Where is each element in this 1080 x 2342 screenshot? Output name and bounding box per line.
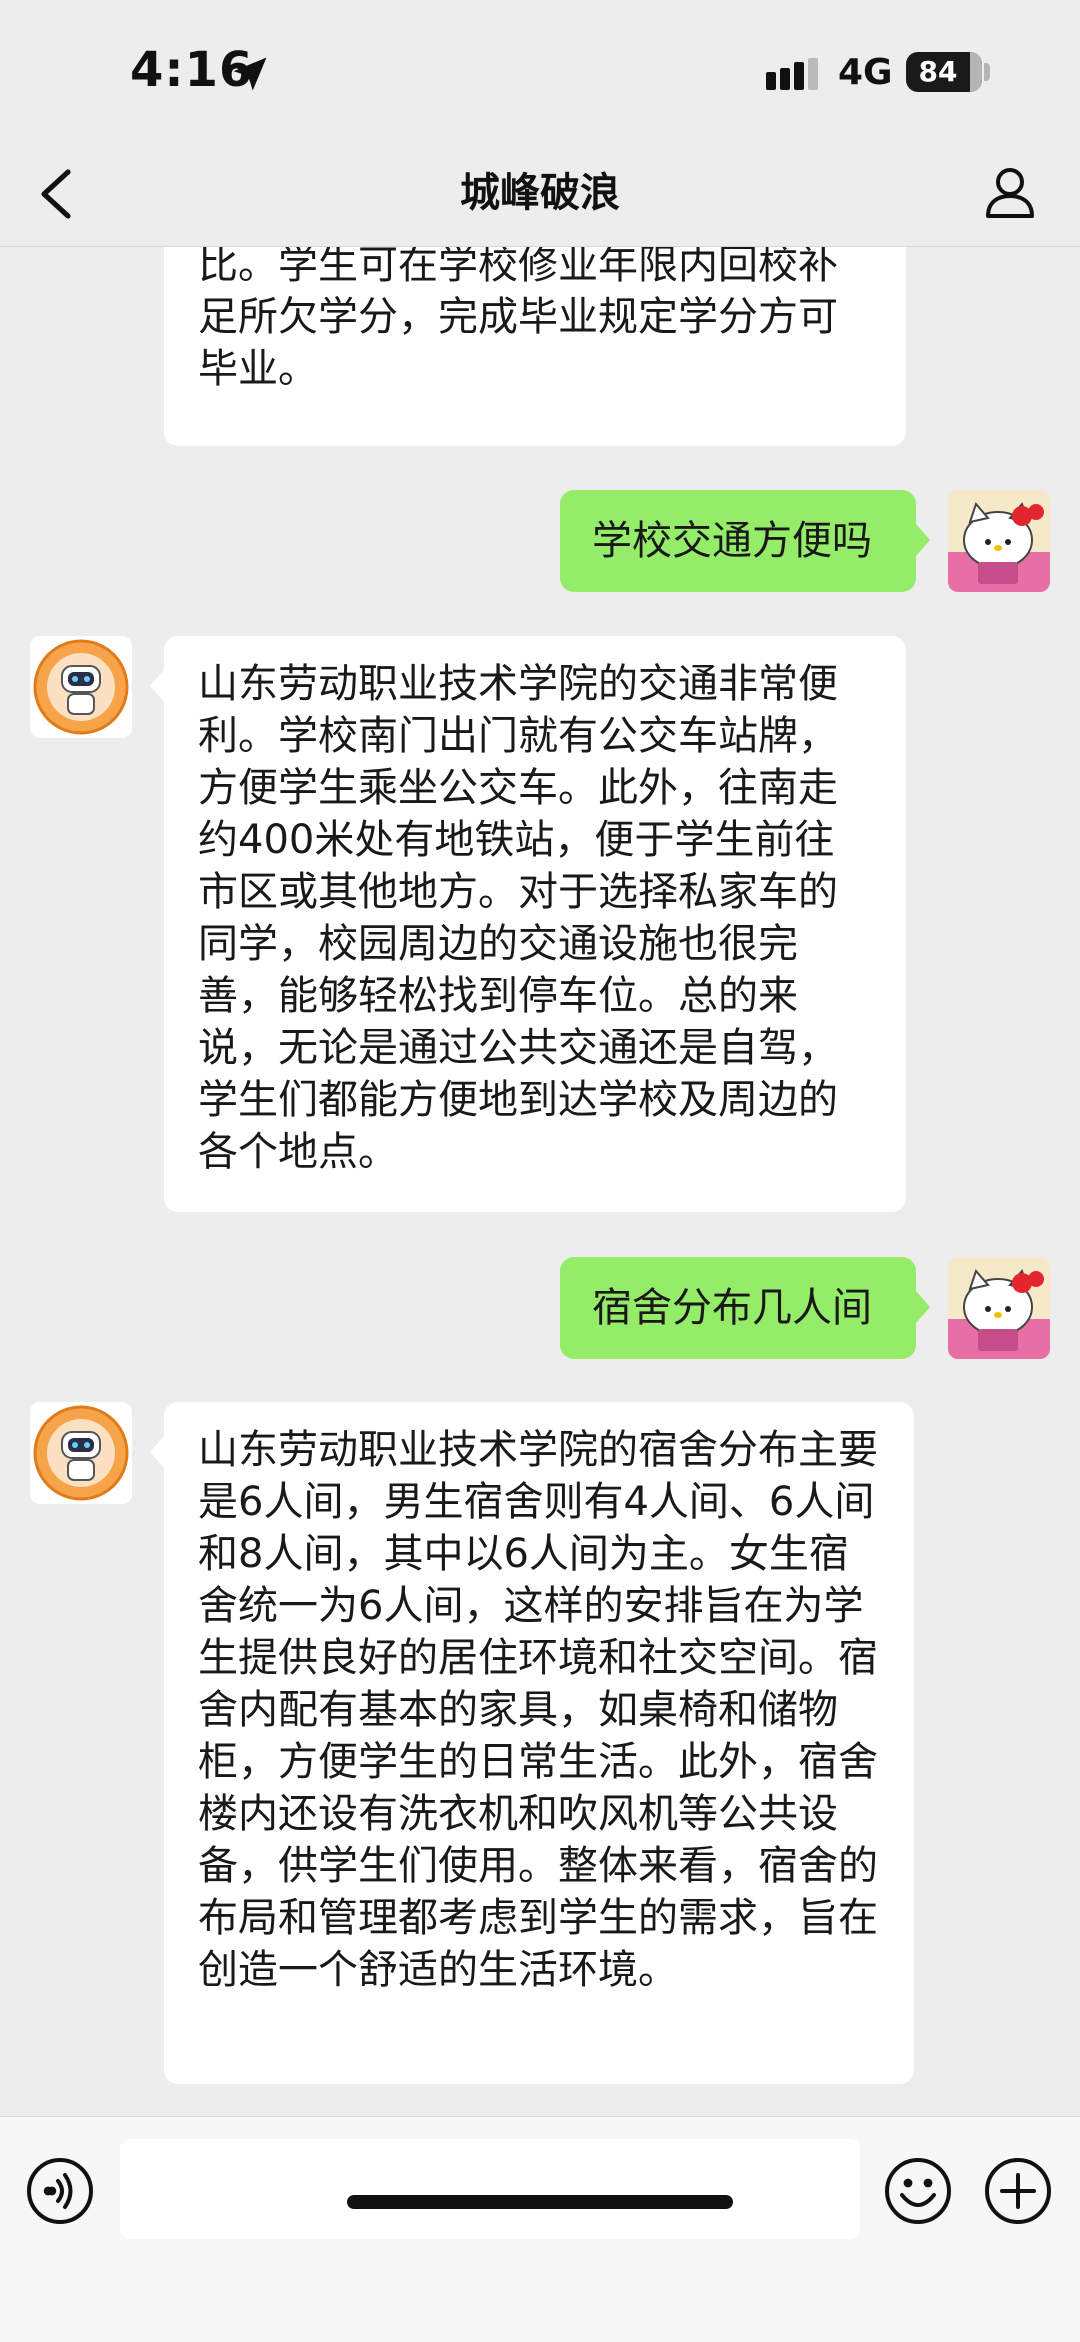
message-bubble-received[interactable]: 山东劳动职业技术学院的宿舍分布主要是6人间，男生宿舍则有4人间、6人间和8人间，… — [150, 1402, 914, 2084]
message-text: 山东劳动职业技术学院的宿舍分布主要是6人间，男生宿舍则有4人间、6人间和8人间，… — [198, 1427, 878, 1993]
emoji-icon[interactable] — [884, 2157, 952, 2225]
message-bubble-sent[interactable]: 学校交通方便吗 — [560, 490, 930, 592]
battery-empty-segment — [970, 52, 982, 92]
chat-message-list[interactable]: 挨着，于期末是你含不得参加先优评比。学生可在学校修业年限内回校补足所欠学分，完成… — [0, 247, 1080, 2115]
home-indicator — [347, 2195, 733, 2209]
message-input-bar — [0, 2116, 1080, 2342]
hello-kitty-avatar-icon[interactable] — [948, 1257, 1050, 1359]
battery-icon: 84 — [906, 52, 982, 92]
message-text: 山东劳动职业技术学院的交通非常便利。学校南门出门就有公交车站牌，方便学生乘坐公交… — [198, 661, 838, 1175]
cellular-signal-icon — [766, 58, 818, 90]
battery-level: 84 — [918, 55, 958, 88]
message-text: 挨着，于期末是你含不得参加先优评比。学生可在学校修业年限内回校补足所欠学分，完成… — [198, 247, 838, 392]
message-bubble-received[interactable]: 挨着，于期末是你含不得参加先优评比。学生可在学校修业年限内回校补足所欠学分，完成… — [164, 247, 906, 446]
plus-circle-icon[interactable] — [984, 2157, 1052, 2225]
message-text: 学校交通方便吗 — [592, 518, 872, 564]
network-type: 4G — [838, 52, 893, 93]
status-bar: 4:16 4G 84 — [0, 0, 1080, 140]
chat-title: 城峰破浪 — [460, 170, 620, 216]
person-icon[interactable] — [982, 164, 1038, 220]
message-bubble-received[interactable]: 山东劳动职业技术学院的交通非常便利。学校南门出门就有公交车站牌，方便学生乘坐公交… — [150, 636, 906, 1212]
message-input[interactable] — [120, 2139, 860, 2239]
robot-avatar-icon[interactable] — [30, 1402, 132, 1504]
chat-header: 城峰破浪 — [0, 140, 1080, 247]
battery-cap — [984, 63, 990, 81]
location-arrow-icon — [233, 57, 267, 91]
voice-input-icon[interactable] — [26, 2157, 94, 2225]
robot-avatar-icon[interactable] — [30, 636, 132, 738]
hello-kitty-avatar-icon[interactable] — [948, 490, 1050, 592]
message-bubble-sent[interactable]: 宿舍分布几人间 — [560, 1257, 930, 1359]
message-text: 宿舍分布几人间 — [592, 1285, 872, 1331]
